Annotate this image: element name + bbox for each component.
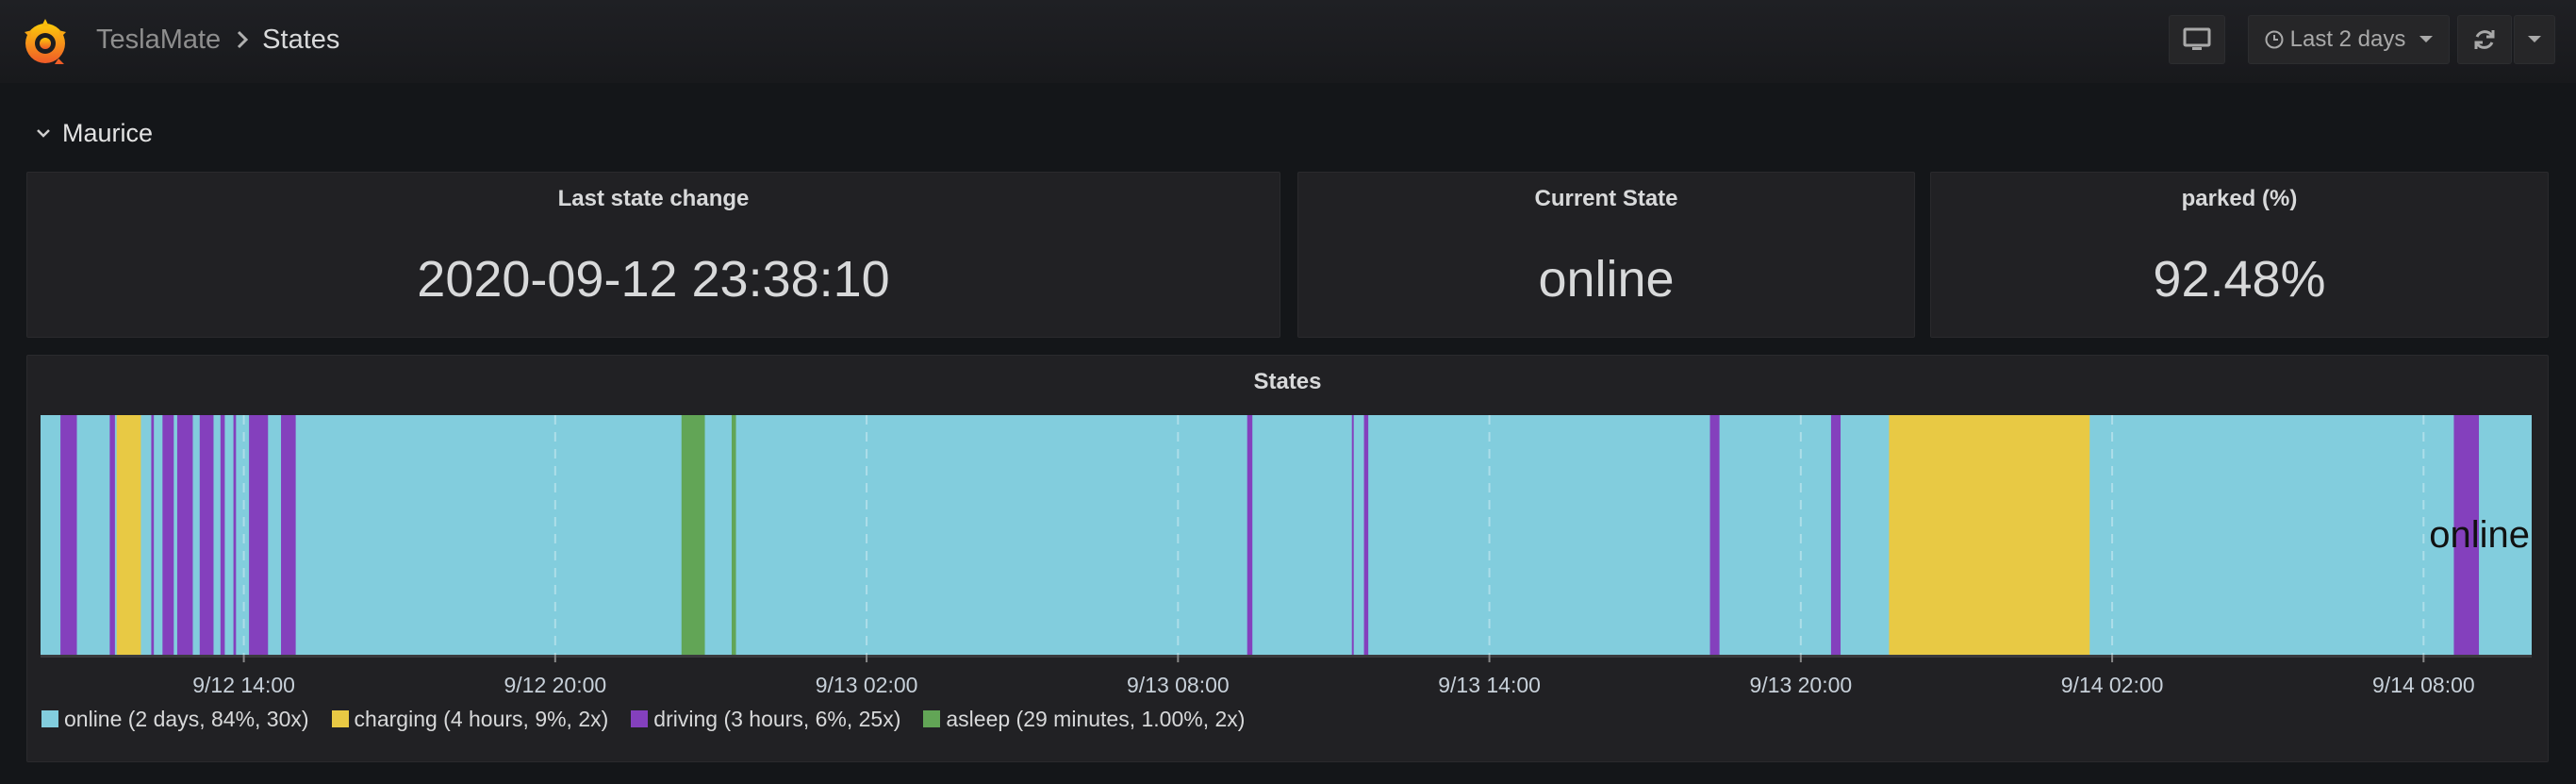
legend-item-charging[interactable]: charging (4 hours, 9%, 2x) — [331, 706, 609, 732]
legend-item-asleep[interactable]: asleep (29 minutes, 1.00%, 2x) — [923, 707, 1245, 732]
state-segment-driving[interactable] — [60, 415, 77, 655]
state-segment-driving[interactable] — [1363, 415, 1369, 655]
current-state-label: online — [2429, 514, 2530, 556]
state-segment-driving[interactable] — [1709, 415, 1720, 655]
panel-title[interactable]: Last state change — [27, 186, 1280, 212]
legend-item-online[interactable]: online (2 days, 84%, 30x) — [41, 707, 309, 732]
state-segment-asleep[interactable] — [731, 415, 736, 655]
last-state-change-panel: Last state change 2020-09-12 23:38:10 — [26, 172, 1280, 338]
tv-mode-button[interactable] — [2169, 15, 2225, 64]
x-tick-label: 9/13 20:00 — [1749, 673, 1852, 697]
x-tick-label: 9/13 02:00 — [816, 673, 918, 697]
states-timeline-chart[interactable]: 9/12 14:00 9/12 20:00 9/13 02:00 9/13 08:00… — [27, 356, 2550, 763]
parked-percent-panel: parked (%) 92.48% — [1930, 172, 2549, 338]
state-segment-charging[interactable] — [116, 415, 141, 655]
chart-legend: online (2 days, 84%, 30x) charging (4 hou… — [41, 705, 1267, 733]
stat-value: 92.48% — [2153, 251, 2326, 308]
state-segment-driving[interactable] — [151, 415, 155, 655]
x-tick-label: 9/14 02:00 — [2061, 673, 2164, 697]
top-navbar: TeslaMate States Last 2 days — [0, 0, 2576, 83]
legend-swatch — [331, 710, 349, 727]
clock-icon — [2265, 30, 2284, 49]
state-segment-asleep[interactable] — [681, 415, 705, 655]
state-segment-driving[interactable] — [233, 415, 237, 655]
legend-swatch — [41, 710, 58, 727]
state-segment-driving[interactable] — [1351, 415, 1354, 655]
stat-value: 2020-09-12 23:38:10 — [417, 251, 890, 308]
x-tick-label: 9/12 14:00 — [192, 673, 295, 697]
dashboard-row-toggle[interactable]: Maurice — [36, 117, 153, 149]
state-segment-driving[interactable] — [281, 415, 296, 655]
states-timeline-panel: States 9/12 14:00 9/12 20:00 9/13 02:00 9/1… — [26, 355, 2549, 762]
refresh-icon — [2474, 30, 2495, 49]
state-segment-charging[interactable] — [1889, 415, 2090, 655]
state-segment-driving[interactable] — [1830, 415, 1841, 655]
panel-title[interactable]: Current State — [1298, 186, 1914, 212]
state-segment-online[interactable] — [41, 415, 2532, 655]
legend-swatch — [631, 710, 649, 727]
caret-down-icon — [2528, 36, 2541, 42]
stat-value: online — [1538, 251, 1675, 308]
refresh-button[interactable] — [2457, 15, 2512, 64]
refresh-interval-dropdown[interactable] — [2514, 15, 2555, 64]
state-segment-driving[interactable] — [199, 415, 214, 655]
panel-title[interactable]: parked (%) — [1931, 186, 2548, 212]
grafana-logo-icon[interactable] — [17, 13, 74, 70]
legend-label: driving (3 hours, 6%, 25x) — [653, 706, 901, 731]
state-segment-driving[interactable] — [109, 415, 115, 655]
breadcrumb-parent-link[interactable]: TeslaMate — [96, 25, 221, 56]
x-tick-label: 9/12 20:00 — [504, 673, 606, 697]
caret-down-icon — [2419, 36, 2434, 42]
legend-label: asleep (29 minutes, 1.00%, 2x) — [946, 706, 1246, 731]
chevron-right-icon — [236, 29, 249, 50]
time-range-label: Last 2 days — [2289, 26, 2406, 52]
x-axis-line — [41, 655, 2532, 658]
x-tick-label: 9/13 08:00 — [1127, 673, 1230, 697]
row-title: Maurice — [62, 118, 154, 147]
legend-item-driving[interactable]: driving (3 hours, 6%, 25x) — [631, 707, 900, 732]
x-tick-label: 9/13 14:00 — [1438, 673, 1541, 697]
breadcrumb: TeslaMate States — [96, 21, 339, 58]
legend-label: charging (4 hours, 9%, 2x) — [354, 706, 609, 731]
legend-swatch — [923, 710, 941, 727]
current-state-panel: Current State online — [1297, 172, 1915, 338]
state-segment-driving[interactable] — [249, 415, 269, 655]
state-segment-driving[interactable] — [176, 415, 193, 655]
time-range-picker[interactable]: Last 2 days — [2248, 15, 2450, 64]
chevron-down-icon — [37, 129, 50, 138]
state-segment-driving[interactable] — [220, 415, 225, 655]
state-segment-driving[interactable] — [162, 415, 174, 655]
state-segment-driving[interactable] — [1247, 415, 1253, 655]
legend-label: online (2 days, 84%, 30x) — [64, 706, 309, 731]
monitor-icon — [2183, 27, 2211, 50]
x-tick-label: 9/14 08:00 — [2372, 673, 2475, 697]
page-title[interactable]: States — [262, 25, 339, 56]
